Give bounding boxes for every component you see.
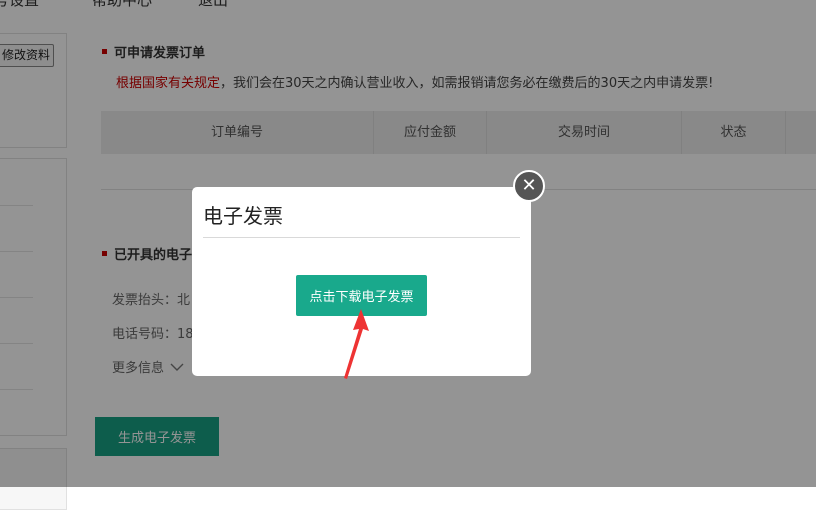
page: 号设置 帮助中心 退出 修改资料 可申请发票订单 根据国家有关规定，我们会在30… [0, 0, 816, 510]
modal-divider [203, 237, 520, 238]
close-icon[interactable]: ✕ [513, 170, 545, 202]
arrow-pointer-icon [344, 309, 369, 379]
modal-title: 电子发票 [203, 204, 283, 228]
